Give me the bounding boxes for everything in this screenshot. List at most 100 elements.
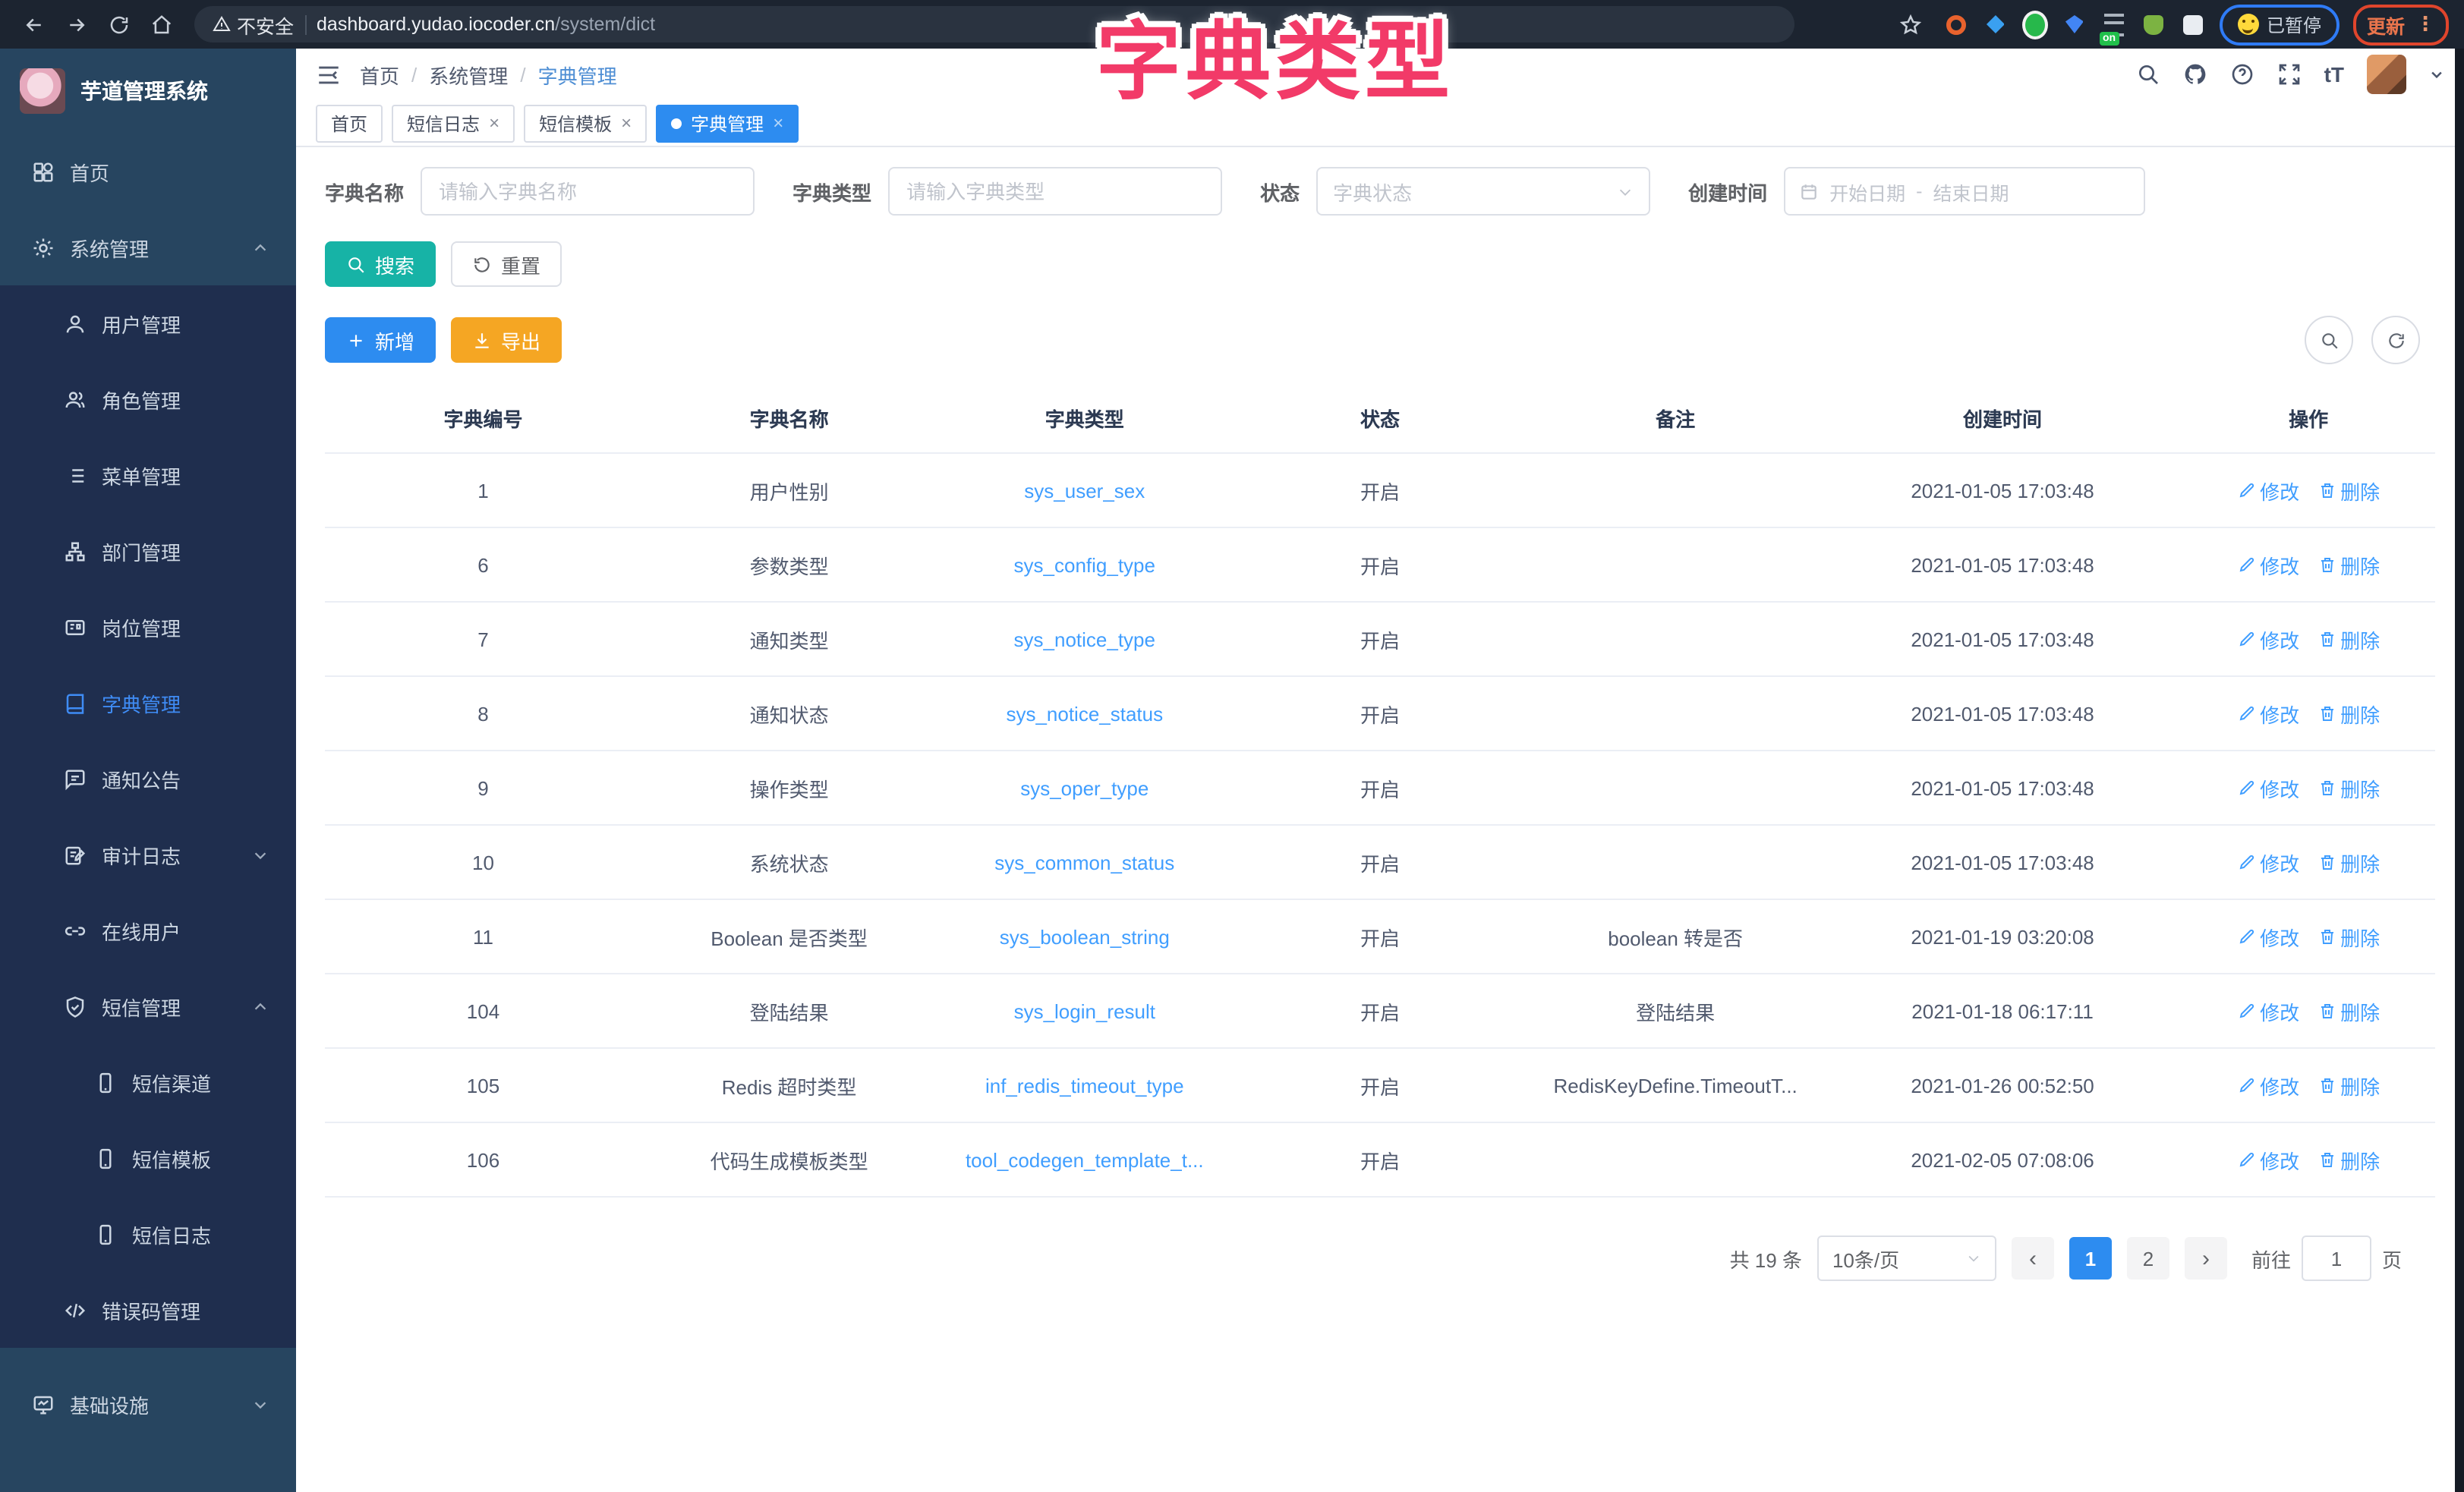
browser-update-chip[interactable]: 更新 ⋮	[2353, 4, 2449, 45]
delete-link[interactable]: 删除	[2317, 922, 2380, 951]
delete-link[interactable]: 删除	[2317, 699, 2380, 728]
bookmark-star-icon[interactable]	[1893, 6, 1930, 42]
edit-link[interactable]: 修改	[2237, 773, 2299, 802]
window-scrollbar[interactable]	[2455, 49, 2464, 1492]
toggle-search-icon[interactable]	[2305, 316, 2353, 364]
app-logo-row[interactable]: 芋道管理系统	[0, 49, 296, 134]
dict-type-link[interactable]: sys_notice_type	[937, 628, 1232, 650]
user-avatar[interactable]	[2367, 55, 2406, 94]
caret-down-icon[interactable]	[2429, 67, 2444, 82]
blue-drop-icon[interactable]	[1983, 11, 2009, 37]
date-range-picker[interactable]: 开始日期 - 结束日期	[1784, 167, 2145, 216]
dict-type-link[interactable]: sys_boolean_string	[937, 925, 1232, 948]
sidebar-item-online-users[interactable]: 在线用户	[0, 892, 296, 968]
sidebar-item-sms-log[interactable]: 短信日志	[0, 1196, 296, 1272]
close-tab-icon[interactable]: ×	[489, 114, 499, 132]
green-sprite-icon[interactable]	[2141, 11, 2166, 37]
tab-sms-log[interactable]: 短信日志×	[392, 104, 515, 142]
tab-home[interactable]: 首页	[316, 104, 383, 142]
back-icon[interactable]	[15, 6, 52, 42]
status-select[interactable]: 字典状态	[1316, 167, 1650, 216]
orange-ring-icon[interactable]	[1943, 11, 1969, 37]
edit-link[interactable]: 修改	[2237, 1071, 2299, 1100]
sidebar-item-sms-channel[interactable]: 短信渠道	[0, 1044, 296, 1120]
page-button-2[interactable]: 2	[2127, 1237, 2169, 1280]
forward-icon[interactable]	[58, 6, 94, 42]
close-tab-icon[interactable]: ×	[621, 114, 632, 132]
font-size-icon[interactable]: tT	[2324, 62, 2344, 87]
white-puzzle-icon[interactable]	[2180, 11, 2206, 37]
edit-link[interactable]: 修改	[2237, 699, 2299, 728]
tab-dict-mgmt[interactable]: 字典管理×	[656, 104, 799, 142]
delete-link[interactable]: 删除	[2317, 550, 2380, 579]
next-page-button[interactable]: ›	[2185, 1237, 2227, 1280]
sidebar-item-home[interactable]: 首页	[0, 134, 296, 209]
address-bar[interactable]: 不安全 dashboard.yudao.iocoder.cn/system/di…	[194, 6, 1794, 42]
hamburger-icon[interactable]	[316, 61, 342, 87]
column-header: 备注	[1528, 404, 1823, 433]
sidebar-item-user-mgmt[interactable]: 用户管理	[0, 285, 296, 361]
delete-link[interactable]: 删除	[2317, 625, 2380, 653]
sidebar-item-dict-mgmt[interactable]: 字典管理	[0, 665, 296, 741]
dict-type-link[interactable]: sys_oper_type	[937, 776, 1232, 799]
delete-link[interactable]: 删除	[2317, 773, 2380, 802]
add-button[interactable]: 新增	[325, 317, 436, 363]
edit-link[interactable]: 修改	[2237, 476, 2299, 505]
goto-page-input[interactable]	[2302, 1235, 2371, 1281]
github-icon[interactable]	[2183, 62, 2207, 87]
fullscreen-icon[interactable]	[2277, 62, 2302, 87]
sidebar-item-error-code-mgmt[interactable]: 错误码管理	[0, 1272, 296, 1348]
sidebar-item-notice-mgmt[interactable]: 通知公告	[0, 741, 296, 817]
breadcrumb-home[interactable]: 首页	[360, 60, 399, 89]
dict-type-link[interactable]: sys_config_type	[937, 553, 1232, 576]
edit-link[interactable]: 修改	[2237, 922, 2299, 951]
page-button-1[interactable]: 1	[2069, 1237, 2112, 1280]
list-on-badge-icon[interactable]: on	[2101, 11, 2127, 37]
sidebar-item-audit-log[interactable]: 审计日志	[0, 817, 296, 892]
reload-icon[interactable]	[100, 6, 137, 42]
search-button[interactable]: 搜索	[325, 241, 436, 287]
green-circle-icon[interactable]	[2022, 11, 2048, 37]
delete-link[interactable]: 删除	[2317, 996, 2380, 1025]
home-icon[interactable]	[143, 6, 179, 42]
export-button[interactable]: 导出	[451, 317, 562, 363]
dict-type-link[interactable]: sys_login_result	[937, 999, 1232, 1022]
sidebar-item-system-mgmt[interactable]: 系统管理	[0, 209, 296, 285]
sidebar-item-post-mgmt[interactable]: 岗位管理	[0, 589, 296, 665]
delete-link[interactable]: 删除	[2317, 1145, 2380, 1174]
extension-paused-badge[interactable]: 已暂停	[2220, 4, 2340, 45]
refresh-table-icon[interactable]	[2371, 316, 2420, 364]
sidebar-item-role-mgmt[interactable]: 角色管理	[0, 361, 296, 437]
dict-type-link[interactable]: sys_common_status	[937, 851, 1232, 873]
help-icon[interactable]	[2230, 62, 2254, 87]
dict-type-link[interactable]: tool_codegen_template_t...	[937, 1148, 1232, 1171]
sidebar-item-dept-mgmt[interactable]: 部门管理	[0, 513, 296, 589]
browser-menu-icon[interactable]: ⋮	[2415, 12, 2435, 36]
edit-link[interactable]: 修改	[2237, 848, 2299, 877]
close-tab-icon[interactable]: ×	[773, 114, 783, 132]
prev-page-button[interactable]: ‹	[2012, 1237, 2054, 1280]
edit-link[interactable]: 修改	[2237, 996, 2299, 1025]
delete-link[interactable]: 删除	[2317, 848, 2380, 877]
page-size-select[interactable]: 10条/页	[1817, 1235, 1996, 1281]
dict-type-link[interactable]: sys_notice_status	[937, 702, 1232, 725]
sidebar-item-infrastructure[interactable]: 基础设施	[0, 1366, 296, 1442]
edit-link[interactable]: 修改	[2237, 1145, 2299, 1174]
dict-type-link[interactable]: inf_redis_timeout_type	[937, 1074, 1232, 1097]
edit-link[interactable]: 修改	[2237, 625, 2299, 653]
delete-link[interactable]: 删除	[2317, 476, 2380, 505]
search-icon[interactable]	[2136, 62, 2160, 87]
sidebar-item-sms-template[interactable]: 短信模板	[0, 1120, 296, 1196]
tab-sms-template[interactable]: 短信模板×	[524, 104, 647, 142]
sidebar-item-sms-mgmt[interactable]: 短信管理	[0, 968, 296, 1044]
dict-type-link[interactable]: sys_user_sex	[937, 479, 1232, 502]
reset-button[interactable]: 重置	[451, 241, 562, 287]
not-secure-warning-icon[interactable]: 不安全	[213, 10, 294, 39]
sidebar-item-menu-mgmt[interactable]: 菜单管理	[0, 437, 296, 513]
blue-gem-icon[interactable]	[2062, 11, 2087, 37]
dict-name-input[interactable]	[421, 167, 755, 216]
edit-link[interactable]: 修改	[2237, 550, 2299, 579]
dict-type-input[interactable]	[888, 167, 1222, 216]
delete-link[interactable]: 删除	[2317, 1071, 2380, 1100]
breadcrumb-system[interactable]: 系统管理	[429, 60, 508, 89]
